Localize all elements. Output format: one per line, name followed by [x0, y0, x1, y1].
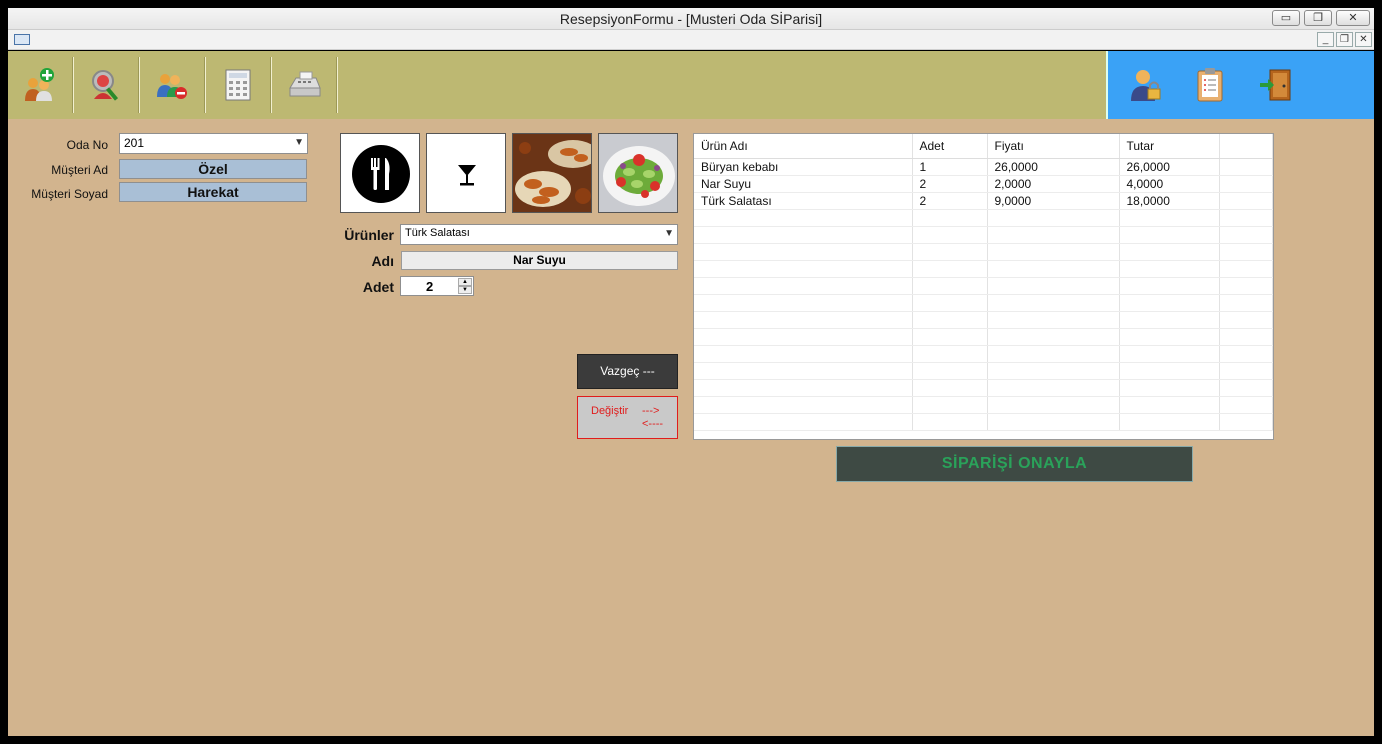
- cash-register-icon[interactable]: [272, 57, 336, 113]
- calculator-icon[interactable]: [206, 57, 270, 113]
- column-header-empty: [1219, 134, 1273, 159]
- mdi-restore-button[interactable]: ❐: [1336, 32, 1353, 47]
- column-header[interactable]: Tutar: [1119, 134, 1220, 159]
- table-row-empty: [694, 243, 1273, 261]
- app-window: ResepsiyonFormu - [Musteri Oda SİParisi]…: [0, 0, 1382, 744]
- table-cell: 18,0000: [1119, 192, 1220, 210]
- table-cell: Büryan kebabı: [694, 158, 913, 176]
- oda-no-value: 201: [124, 136, 145, 150]
- add-customer-icon[interactable]: [8, 57, 72, 113]
- chevron-down-icon: ▼: [294, 137, 304, 148]
- table-cell: [1219, 192, 1273, 210]
- drink-category-button[interactable]: [426, 133, 506, 213]
- oda-no-select[interactable]: 201 ▼: [119, 133, 308, 154]
- table-row[interactable]: Türk Salatası 2 9,0000 18,0000: [694, 192, 1273, 210]
- table-cell: 4,0000: [1119, 175, 1220, 193]
- table-row-empty: [694, 328, 1273, 346]
- table-cell: 26,0000: [987, 158, 1120, 176]
- musteri-soyad-label: Müşteri Soyad: [31, 187, 108, 201]
- table-cell: Nar Suyu: [694, 175, 913, 193]
- table-cell: [1219, 175, 1273, 193]
- window-title: ResepsiyonFormu - [Musteri Oda SİParisi]: [559, 11, 823, 27]
- adi-label: Adı: [371, 253, 394, 269]
- table-cell: Türk Salatası: [694, 192, 913, 210]
- table-row-empty: [694, 396, 1273, 414]
- mdi-close-button[interactable]: ✕: [1355, 32, 1372, 47]
- table-row-empty: [694, 311, 1273, 329]
- table-row[interactable]: Nar Suyu 2 2,0000 4,0000: [694, 175, 1273, 193]
- urunler-value: Türk Salatası: [405, 227, 470, 239]
- table-row-empty: [694, 413, 1273, 431]
- mdi-minimize-button[interactable]: _: [1317, 32, 1334, 47]
- order-form: Oda No 201 ▼ Müşteri Ad Özel Müşteri Soy…: [8, 119, 1374, 736]
- remove-customer-icon[interactable]: [140, 57, 204, 113]
- table-row-empty: [694, 209, 1273, 227]
- table-row-empty: [694, 260, 1273, 278]
- arrow-right-label: --->: [642, 405, 660, 417]
- table-row-empty: [694, 277, 1273, 295]
- order-grid[interactable]: Ürün Adı Adet Fiyatı Tutar Büryan kebabı…: [693, 133, 1274, 440]
- column-header[interactable]: Ürün Adı: [694, 134, 913, 159]
- urunler-label: Ürünler: [344, 227, 394, 243]
- side-toolbar: [1108, 51, 1374, 119]
- user-lock-icon[interactable]: [1124, 63, 1168, 107]
- table-row-empty: [694, 345, 1273, 363]
- minimize-button[interactable]: ▭: [1272, 10, 1300, 26]
- musteri-soyad-field[interactable]: Harekat: [119, 182, 307, 202]
- table-cell: 2,0000: [987, 175, 1120, 193]
- table-row-empty: [694, 362, 1273, 380]
- column-header[interactable]: Fiyatı: [987, 134, 1120, 159]
- salad-photo[interactable]: [598, 133, 678, 213]
- food-category-button[interactable]: [340, 133, 420, 213]
- table-cell: 2: [912, 175, 988, 193]
- column-header[interactable]: Adet: [912, 134, 988, 159]
- stepper-down-icon[interactable]: ▼: [458, 286, 472, 294]
- urunler-select[interactable]: Türk Salatası ▼: [400, 224, 678, 245]
- table-row-empty: [694, 226, 1273, 244]
- mdi-bar: _ ❐ ✕: [8, 30, 1374, 50]
- arrow-left-label: <----: [642, 418, 664, 430]
- table-row-empty: [694, 294, 1273, 312]
- search-customer-icon[interactable]: [74, 57, 138, 113]
- clipboard-icon[interactable]: [1188, 63, 1232, 107]
- kebab-photo[interactable]: [512, 133, 592, 213]
- title-bar: ResepsiyonFormu - [Musteri Oda SİParisi]…: [8, 8, 1374, 30]
- musteri-ad-field[interactable]: Özel: [119, 159, 307, 179]
- table-cell: 1: [912, 158, 988, 176]
- restore-button[interactable]: ❐: [1304, 10, 1332, 26]
- main-toolbar: [8, 51, 1108, 119]
- musteri-ad-label: Müşteri Ad: [51, 163, 108, 177]
- degistir-label: Değiştir: [591, 405, 629, 417]
- table-row-empty: [694, 379, 1273, 397]
- fork-knife-icon: [352, 145, 410, 203]
- cocktail-glass-icon: [458, 165, 476, 186]
- table-cell: 9,0000: [987, 192, 1120, 210]
- adet-label: Adet: [362, 279, 394, 295]
- adi-field[interactable]: Nar Suyu: [401, 251, 678, 270]
- stepper-up-icon[interactable]: ▲: [458, 278, 472, 286]
- adet-value: 2: [426, 279, 434, 294]
- adet-stepper[interactable]: 2 ▲ ▼: [400, 276, 474, 296]
- table-cell: 26,0000: [1119, 158, 1220, 176]
- form-icon[interactable]: [14, 34, 30, 45]
- degistir-button[interactable]: Değiştir ---> <----: [577, 396, 678, 439]
- exit-door-icon[interactable]: [1254, 63, 1298, 107]
- table-row[interactable]: Büryan kebabı 1 26,0000 26,0000: [694, 158, 1273, 176]
- table-cell: [1219, 158, 1273, 176]
- vazgec-button[interactable]: Vazgeç ---: [577, 354, 678, 389]
- chevron-down-icon: ▼: [664, 228, 674, 239]
- close-button[interactable]: ✕: [1336, 10, 1370, 26]
- confirm-order-button[interactable]: SİPARİŞİ ONAYLA: [836, 446, 1193, 482]
- table-cell: 2: [912, 192, 988, 210]
- oda-no-label: Oda No: [66, 138, 108, 152]
